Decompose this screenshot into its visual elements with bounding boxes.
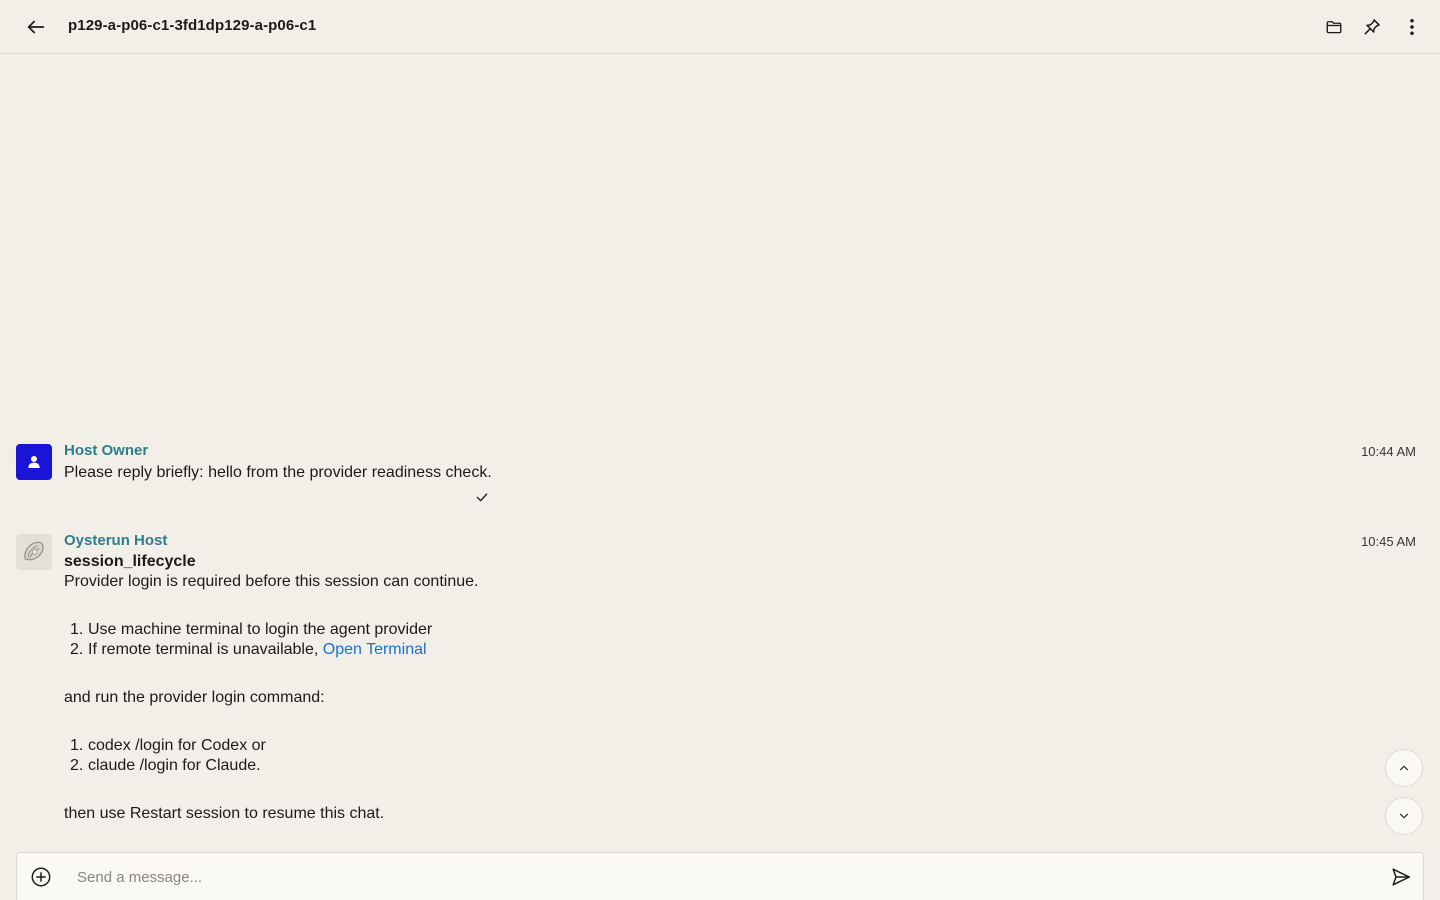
list-item: 1. codex /login for Codex or: [64, 736, 1264, 756]
more-options-button[interactable]: [1396, 11, 1428, 43]
check-icon: [476, 493, 488, 502]
scroll-down-button[interactable]: [1385, 797, 1423, 835]
message-middle: and run the provider login command:: [64, 689, 325, 706]
commands-list: 1. codex /login for Codex or 2. claude /…: [64, 736, 1264, 776]
attach-button[interactable]: [25, 861, 57, 893]
message-content: session_lifecycle Provider login is requ…: [64, 552, 1264, 824]
list-number: 2.: [70, 757, 84, 774]
chevron-up-icon: [1399, 765, 1409, 771]
message-heading: session_lifecycle: [64, 553, 196, 570]
message-intro: Provider login is required before this s…: [64, 573, 479, 590]
pin-button[interactable]: [1356, 11, 1388, 43]
chevron-down-icon: [1399, 813, 1409, 819]
message-time: 10:44 AM: [1361, 444, 1416, 459]
delivered-status: [474, 489, 490, 510]
list-text: Use machine terminal to login the agent …: [88, 621, 433, 638]
list-text: codex /login for Codex or: [88, 737, 266, 754]
more-vertical-icon: [1410, 19, 1414, 35]
oyster-icon: [24, 541, 44, 561]
message-sender: Host Owner: [64, 442, 149, 459]
scroll-up-button[interactable]: [1385, 749, 1423, 787]
chat-app: p129-a-p06-c1-3fd1dp129-a-p06-c1 Host Ow…: [0, 0, 1440, 900]
plus-circle-icon: [31, 867, 51, 887]
steps-list: 1. Use machine terminal to login the age…: [64, 620, 1264, 660]
list-number: 2.: [70, 641, 84, 658]
page-title: p129-a-p06-c1-3fd1dp129-a-p06-c1: [68, 17, 317, 34]
send-icon: [1392, 868, 1410, 886]
open-terminal-link[interactable]: Open Terminal: [323, 641, 427, 658]
list-text: claude /login for Claude.: [88, 757, 261, 774]
pin-icon: [1364, 19, 1380, 35]
folder-icon: [1326, 21, 1342, 34]
chat-header: p129-a-p06-c1-3fd1dp129-a-p06-c1: [0, 0, 1440, 54]
message-input[interactable]: [77, 863, 1367, 891]
avatar: [16, 444, 52, 480]
message-composer: [16, 852, 1424, 900]
arrow-left-icon: [27, 20, 45, 34]
send-button[interactable]: [1385, 861, 1417, 893]
user-icon: [28, 456, 40, 468]
message-time: 10:45 AM: [1361, 534, 1416, 549]
list-item: 2. claude /login for Claude.: [64, 756, 1264, 776]
list-item: 2. If remote terminal is unavailable, Op…: [64, 640, 1264, 660]
list-text: If remote terminal is unavailable,: [88, 641, 323, 658]
message-outro: then use Restart session to resume this …: [64, 805, 385, 822]
folder-button[interactable]: [1318, 11, 1350, 43]
avatar: [16, 534, 52, 570]
list-item: 1. Use machine terminal to login the age…: [64, 620, 1264, 640]
message-sender: Oysterun Host: [64, 532, 168, 549]
list-number: 1.: [70, 621, 84, 638]
back-button[interactable]: [20, 11, 52, 43]
list-number: 1.: [70, 737, 84, 754]
message-item: Oysterun Host 10:45 AM session_lifecycle…: [0, 532, 1440, 842]
message-text: Please reply briefly: hello from the pro…: [64, 464, 492, 481]
message-item: Host Owner 10:44 AM Please reply briefly…: [0, 442, 1440, 512]
